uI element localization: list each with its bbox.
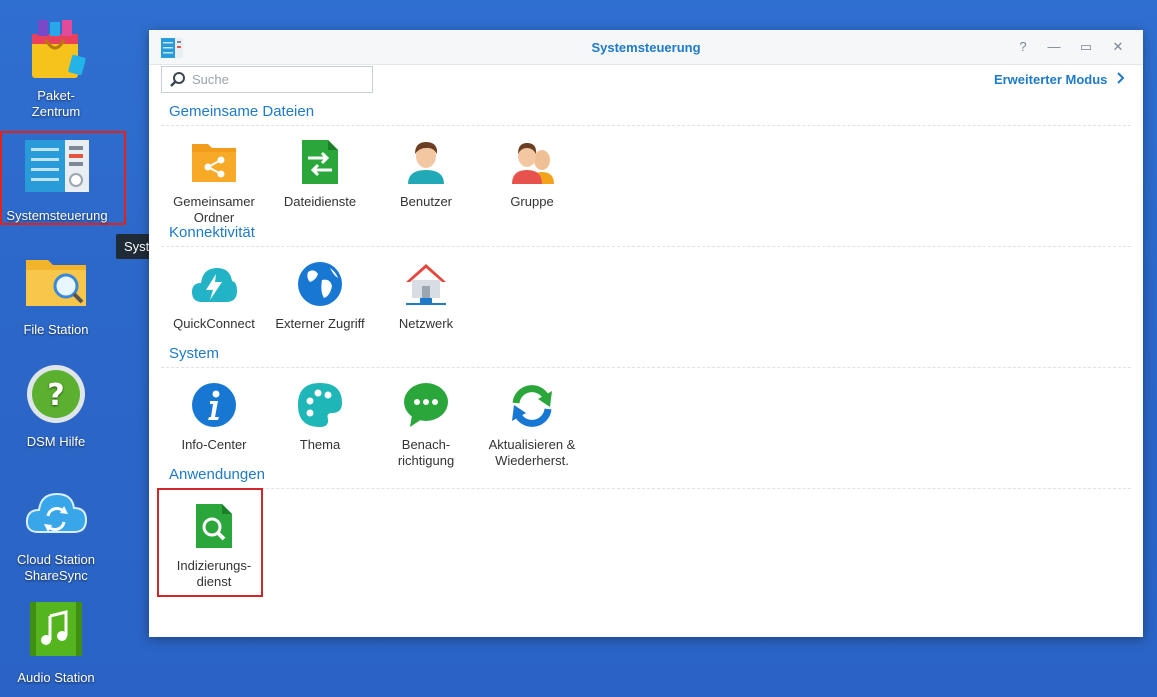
desktop-icon-label: Systemsteuerung bbox=[6, 208, 108, 223]
item-label: Indizierungs- dienst bbox=[176, 558, 252, 589]
chevron-right-icon bbox=[1117, 72, 1125, 87]
indexing-search-icon bbox=[190, 502, 238, 550]
music-note-icon bbox=[24, 600, 88, 664]
item-label: Benutzer bbox=[399, 194, 453, 209]
desktop-icon-paket-zentrum[interactable]: Paket- Zentrum bbox=[0, 18, 112, 120]
item-label: Aktualisieren & Wiederherst. bbox=[488, 437, 576, 468]
svg-text:?: ? bbox=[47, 378, 64, 413]
section-divider bbox=[161, 367, 1131, 368]
item-label: Dateidienste bbox=[283, 194, 357, 209]
network-house-icon bbox=[402, 260, 450, 308]
control-panel-window: Systemsteuerung ? — ▭ ✕ Erweiterter Modu… bbox=[149, 30, 1143, 637]
window-titlebar[interactable]: Systemsteuerung ? — ▭ ✕ bbox=[149, 30, 1143, 65]
item-label: Netzwerk bbox=[398, 316, 454, 331]
item-notification[interactable]: Benach- richtigung bbox=[371, 381, 481, 469]
advanced-mode-label: Erweiterter Modus bbox=[993, 72, 1108, 87]
desktop-icon-systemsteuerung[interactable]: Systemsteuerung bbox=[1, 138, 113, 224]
shared-folder-icon bbox=[190, 138, 238, 186]
section-title-applications: Anwendungen bbox=[169, 466, 265, 483]
section-divider bbox=[161, 125, 1131, 126]
search-field[interactable] bbox=[161, 66, 373, 93]
desktop-icon-label: Paket- Zentrum bbox=[31, 88, 81, 119]
desktop-icon-label: DSM Hilfe bbox=[26, 434, 86, 449]
advanced-mode-link[interactable]: Erweiterter Modus bbox=[994, 72, 1125, 87]
item-label: Info-Center bbox=[181, 437, 247, 452]
quickconnect-icon bbox=[190, 260, 238, 308]
item-theme[interactable]: Thema bbox=[265, 381, 375, 453]
close-icon[interactable]: ✕ bbox=[1111, 40, 1125, 54]
help-icon[interactable]: ? bbox=[1016, 40, 1030, 54]
item-external-access[interactable]: Externer Zugriff bbox=[265, 260, 375, 332]
desktop-icon-audio-station[interactable]: Audio Station bbox=[0, 600, 112, 686]
desktop-icon-file-station[interactable]: File Station bbox=[0, 252, 112, 338]
shopping-bag-icon bbox=[24, 18, 88, 82]
item-label: Thema bbox=[299, 437, 341, 452]
item-info-center[interactable]: Info-Center bbox=[159, 381, 269, 453]
search-input[interactable] bbox=[190, 71, 369, 88]
item-network[interactable]: Netzwerk bbox=[371, 260, 481, 332]
folder-search-icon bbox=[24, 252, 88, 316]
desktop-icon-label: File Station bbox=[23, 322, 89, 337]
globe-icon bbox=[296, 260, 344, 308]
section-divider bbox=[161, 246, 1131, 247]
item-label: Gruppe bbox=[510, 194, 554, 209]
item-label: QuickConnect bbox=[173, 316, 255, 331]
item-update-restore[interactable]: Aktualisieren & Wiederherst. bbox=[477, 381, 587, 469]
window-title: Systemsteuerung bbox=[591, 40, 701, 55]
item-file-services[interactable]: Dateidienste bbox=[265, 138, 375, 210]
palette-icon bbox=[296, 381, 344, 429]
help-icon: ? bbox=[24, 364, 88, 428]
cloud-sync-icon bbox=[24, 482, 88, 546]
item-shared-folder[interactable]: Gemeinsamer Ordner bbox=[159, 138, 269, 226]
info-icon bbox=[190, 381, 238, 429]
item-group[interactable]: Gruppe bbox=[477, 138, 587, 210]
section-title-shared-files: Gemeinsame Dateien bbox=[169, 103, 315, 120]
group-icon bbox=[508, 138, 556, 186]
desktop-icon-cloud-station[interactable]: Cloud Station ShareSync bbox=[0, 482, 112, 584]
item-quickconnect[interactable]: QuickConnect bbox=[159, 260, 269, 332]
user-icon bbox=[402, 138, 450, 186]
chat-bubble-icon bbox=[402, 381, 450, 429]
control-panel-icon bbox=[25, 138, 89, 202]
section-divider bbox=[161, 488, 1131, 489]
section-title-connectivity: Konnektivität bbox=[169, 224, 255, 241]
item-label: Gemeinsamer Ordner bbox=[173, 194, 255, 225]
refresh-icon bbox=[508, 381, 556, 429]
item-indexing-service[interactable]: Indizierungs- dienst bbox=[159, 502, 269, 590]
item-label: Externer Zugriff bbox=[275, 316, 365, 331]
file-services-icon bbox=[296, 138, 344, 186]
desktop-icon-label: Cloud Station ShareSync bbox=[16, 552, 96, 583]
desktop-icon-label: Audio Station bbox=[17, 670, 95, 685]
desktop-icon-dsm-hilfe[interactable]: ? DSM Hilfe bbox=[0, 364, 112, 450]
section-title-system: System bbox=[169, 345, 220, 362]
search-icon bbox=[170, 72, 185, 87]
minimize-icon[interactable]: — bbox=[1047, 40, 1061, 54]
item-label: Benach- richtigung bbox=[397, 437, 455, 468]
maximize-icon[interactable]: ▭ bbox=[1079, 40, 1093, 54]
item-user[interactable]: Benutzer bbox=[371, 138, 481, 210]
